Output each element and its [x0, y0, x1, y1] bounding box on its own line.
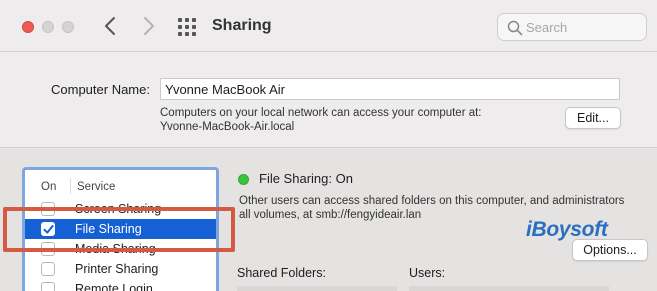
- show-all-button[interactable]: [178, 18, 196, 36]
- search-field[interactable]: [497, 13, 647, 41]
- sharing-description-line1: Other users can access shared folders on…: [239, 195, 625, 207]
- shared-folders-list[interactable]: [237, 286, 397, 291]
- chevron-right-icon: [144, 17, 154, 35]
- status-indicator-icon: [238, 174, 249, 185]
- minimize-window-button[interactable]: [42, 21, 54, 33]
- grid-icon: [178, 18, 196, 36]
- highlight-annotation: [3, 207, 235, 252]
- service-row-remote-login[interactable]: Remote Login: [25, 279, 216, 291]
- edit-button[interactable]: Edit...: [565, 107, 621, 129]
- users-label: Users:: [409, 266, 446, 280]
- search-icon: [507, 20, 523, 36]
- column-divider: [70, 178, 71, 194]
- users-list[interactable]: [409, 286, 609, 291]
- search-input[interactable]: [526, 18, 641, 36]
- service-checkbox[interactable]: [41, 282, 55, 291]
- forward-button[interactable]: [138, 14, 158, 38]
- service-label: Remote Login: [75, 282, 153, 291]
- chevron-left-icon: [105, 17, 115, 35]
- computer-name-field[interactable]: Yvonne MacBook Air: [160, 78, 620, 100]
- computer-address-info-line1: Computers on your local network can acce…: [160, 107, 482, 119]
- zoom-window-button[interactable]: [62, 21, 74, 33]
- service-list-header: On Service: [25, 170, 216, 200]
- shared-folders-label: Shared Folders:: [237, 266, 326, 280]
- window-toolbar: Sharing: [0, 0, 657, 52]
- service-checkbox[interactable]: [41, 262, 55, 276]
- computer-address-info: Computers on your local network can acce…: [160, 106, 482, 134]
- options-button[interactable]: Options...: [572, 239, 648, 261]
- service-label: Printer Sharing: [75, 262, 159, 276]
- close-window-button[interactable]: [22, 21, 34, 33]
- computer-name-label: Computer Name:: [51, 82, 150, 97]
- computer-name-section: Computer Name: Yvonne MacBook Air Comput…: [0, 52, 657, 148]
- service-row-printer-sharing[interactable]: Printer Sharing: [25, 259, 216, 279]
- column-header-on[interactable]: On: [41, 181, 56, 193]
- sharing-status: File Sharing: On: [259, 171, 353, 186]
- back-button[interactable]: [101, 14, 121, 38]
- window-title: Sharing: [212, 17, 272, 34]
- computer-address-hostname: Yvonne-MacBook-Air.local: [160, 121, 295, 133]
- column-header-service[interactable]: Service: [77, 181, 115, 193]
